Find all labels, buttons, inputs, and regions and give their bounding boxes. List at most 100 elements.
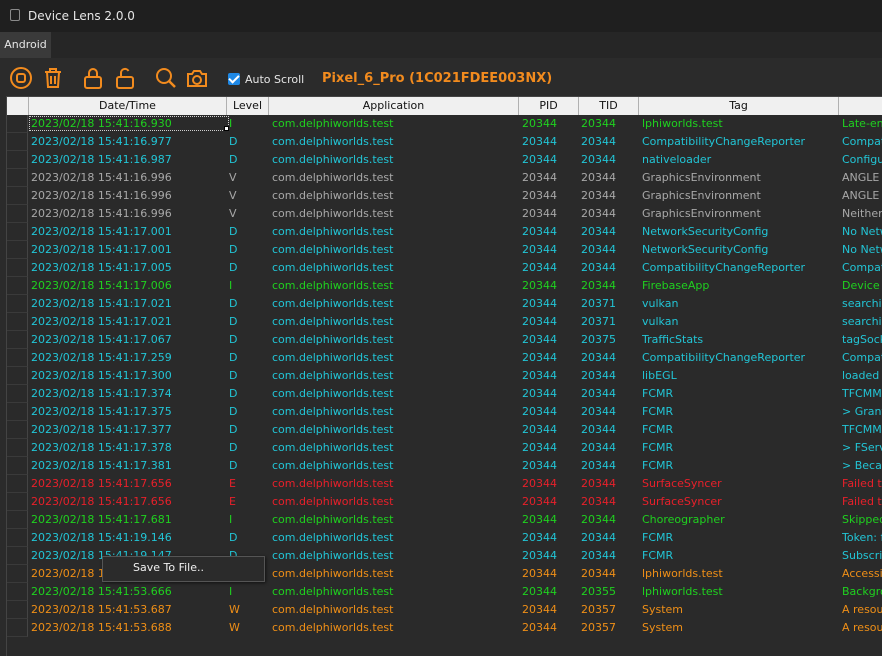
row-indicator[interactable]	[7, 331, 28, 349]
cell-level: D	[229, 153, 238, 166]
row-indicator[interactable]	[7, 133, 28, 151]
row-indicator[interactable]	[7, 205, 28, 223]
unlock-icon[interactable]	[113, 66, 137, 90]
auto-scroll-toggle[interactable]: Auto Scroll	[228, 72, 304, 86]
cell-tid: 20344	[581, 189, 616, 202]
row-indicator[interactable]	[7, 457, 28, 475]
table-row[interactable]: 2023/02/18 15:41:19.146 Dcom.delphiworlds…	[7, 529, 882, 547]
row-indicator[interactable]	[7, 565, 28, 583]
row-indicator[interactable]	[7, 259, 28, 277]
header-datetime[interactable]: Date/Time	[29, 97, 227, 115]
cell-app: com.delphiworlds.test	[272, 621, 394, 634]
cell-datetime: 2023/02/18 15:41:19.146	[31, 531, 172, 544]
cell-pid: 20344	[522, 225, 557, 238]
row-indicator[interactable]	[7, 475, 28, 493]
tab-android[interactable]: Android	[0, 32, 51, 58]
context-menu-save-to-file[interactable]: Save To File..	[133, 561, 204, 574]
table-row[interactable]: 2023/02/18 15:41:17.377 Dcom.delphiworlds…	[7, 421, 882, 439]
table-row[interactable]: 2023/02/18 15:41:17.001 Dcom.delphiworlds…	[7, 223, 882, 241]
table-row[interactable]: 2023/02/18 15:41:16.996 Vcom.delphiworlds…	[7, 205, 882, 223]
camera-icon[interactable]	[185, 66, 209, 90]
selection-handle[interactable]	[224, 126, 229, 131]
row-indicator[interactable]	[7, 187, 28, 205]
row-indicator[interactable]	[7, 367, 28, 385]
cell-level: E	[229, 477, 236, 490]
row-indicator[interactable]	[7, 403, 28, 421]
header-tid[interactable]: TID	[579, 97, 639, 115]
table-row[interactable]: 2023/02/18 15:41:17.005 Dcom.delphiworlds…	[7, 259, 882, 277]
trash-icon[interactable]	[41, 66, 65, 90]
row-indicator[interactable]	[7, 151, 28, 169]
cell-msg: ANGLE	[842, 171, 880, 184]
table-row[interactable]: 2023/02/18 15:41:17.381 Dcom.delphiworlds…	[7, 457, 882, 475]
table-row[interactable]: 2023/02/18 15:41:17.681 Icom.delphiworlds…	[7, 511, 882, 529]
row-indicator[interactable]	[7, 511, 28, 529]
cell-tag: System	[642, 603, 684, 616]
lock-icon[interactable]	[81, 66, 105, 90]
table-row[interactable]: 2023/02/18 15:41:17.378 Dcom.delphiworlds…	[7, 439, 882, 457]
cell-pid: 20344	[522, 387, 557, 400]
table-row[interactable]: 2023/02/18 15:41:53.687 Wcom.delphiworlds…	[7, 601, 882, 619]
table-row[interactable]: 2023/02/18 15:41:17.374 Dcom.delphiworlds…	[7, 385, 882, 403]
cell-msg: Configu	[842, 153, 882, 166]
auto-scroll-checkbox[interactable]	[228, 73, 240, 85]
row-indicator[interactable]	[7, 583, 28, 601]
row-indicator[interactable]	[7, 223, 28, 241]
cell-tid: 20344	[581, 225, 616, 238]
header-application[interactable]: Application	[269, 97, 519, 115]
table-row[interactable]: 2023/02/18 15:41:17.006 Icom.delphiworlds…	[7, 277, 882, 295]
row-indicator[interactable]	[7, 295, 28, 313]
cell-level: D	[229, 351, 238, 364]
table-row[interactable]: 2023/02/18 15:41:53.688 Wcom.delphiworlds…	[7, 619, 882, 637]
cell-datetime: 2023/02/18 15:41:17.259	[31, 351, 172, 364]
row-indicator[interactable]	[7, 313, 28, 331]
table-row[interactable]: 2023/02/18 15:41:17.375 Dcom.delphiworlds…	[7, 403, 882, 421]
cell-level: D	[229, 369, 238, 382]
table-row[interactable]: 2023/02/18 15:41:17.021 Dcom.delphiworlds…	[7, 313, 882, 331]
stop-icon[interactable]	[9, 66, 33, 90]
table-row[interactable]: 2023/02/18 15:41:17.656 Ecom.delphiworlds…	[7, 475, 882, 493]
row-indicator[interactable]	[7, 385, 28, 403]
table-row[interactable]: 2023/02/18 15:41:17.656 Ecom.delphiworlds…	[7, 493, 882, 511]
row-indicator[interactable]	[7, 169, 28, 187]
cell-level: D	[229, 225, 238, 238]
search-icon[interactable]	[154, 66, 178, 90]
row-indicator[interactable]	[7, 115, 28, 133]
row-indicator[interactable]	[7, 241, 28, 259]
cell-app: com.delphiworlds.test	[272, 243, 394, 256]
table-row[interactable]: 2023/02/18 15:41:16.977 Dcom.delphiworlds…	[7, 133, 882, 151]
row-indicator[interactable]	[7, 277, 28, 295]
header-pid[interactable]: PID	[519, 97, 579, 115]
row-indicator[interactable]	[7, 619, 28, 637]
cell-app: com.delphiworlds.test	[272, 351, 394, 364]
table-row[interactable]: 2023/02/18 15:41:16.987 Dcom.delphiworlds…	[7, 151, 882, 169]
table-row[interactable]: 2023/02/18 15:41:17.300 Dcom.delphiworlds…	[7, 367, 882, 385]
cell-tag: FCMR	[642, 387, 674, 400]
cell-level: I	[229, 117, 233, 130]
table-row[interactable]: 2023/02/18 15:41:17.001 Dcom.delphiworlds…	[7, 241, 882, 259]
header-tag[interactable]: Tag	[639, 97, 839, 115]
table-row[interactable]: 2023/02/18 15:41:16.930 Icom.delphiworlds…	[7, 115, 882, 133]
row-indicator[interactable]	[7, 529, 28, 547]
row-indicator[interactable]	[7, 421, 28, 439]
cell-level: I	[229, 279, 233, 292]
row-indicator[interactable]	[7, 349, 28, 367]
table-row[interactable]: 2023/02/18 15:41:16.996 Vcom.delphiworlds…	[7, 169, 882, 187]
cell-level: V	[229, 189, 237, 202]
header-message[interactable]	[839, 97, 882, 115]
table-row[interactable]: 2023/02/18 15:41:16.996 Vcom.delphiworlds…	[7, 187, 882, 205]
cell-app: com.delphiworlds.test	[272, 387, 394, 400]
table-row[interactable]: 2023/02/18 15:41:17.259 Dcom.delphiworlds…	[7, 349, 882, 367]
table-row[interactable]: 2023/02/18 15:41:53.666 Icom.delphiworlds…	[7, 583, 882, 601]
cell-datetime: 2023/02/18 15:41:17.656	[31, 495, 172, 508]
row-indicator[interactable]	[7, 439, 28, 457]
row-indicator[interactable]	[7, 547, 28, 565]
cell-msg: ANGLE	[842, 189, 880, 202]
header-level[interactable]: Level	[227, 97, 269, 115]
table-row[interactable]: 2023/02/18 15:41:17.067 Dcom.delphiworlds…	[7, 331, 882, 349]
cell-app: com.delphiworlds.test	[272, 225, 394, 238]
table-row[interactable]: 2023/02/18 15:41:17.021 Dcom.delphiworlds…	[7, 295, 882, 313]
row-indicator[interactable]	[7, 493, 28, 511]
cell-tid: 20344	[581, 387, 616, 400]
row-indicator[interactable]	[7, 601, 28, 619]
